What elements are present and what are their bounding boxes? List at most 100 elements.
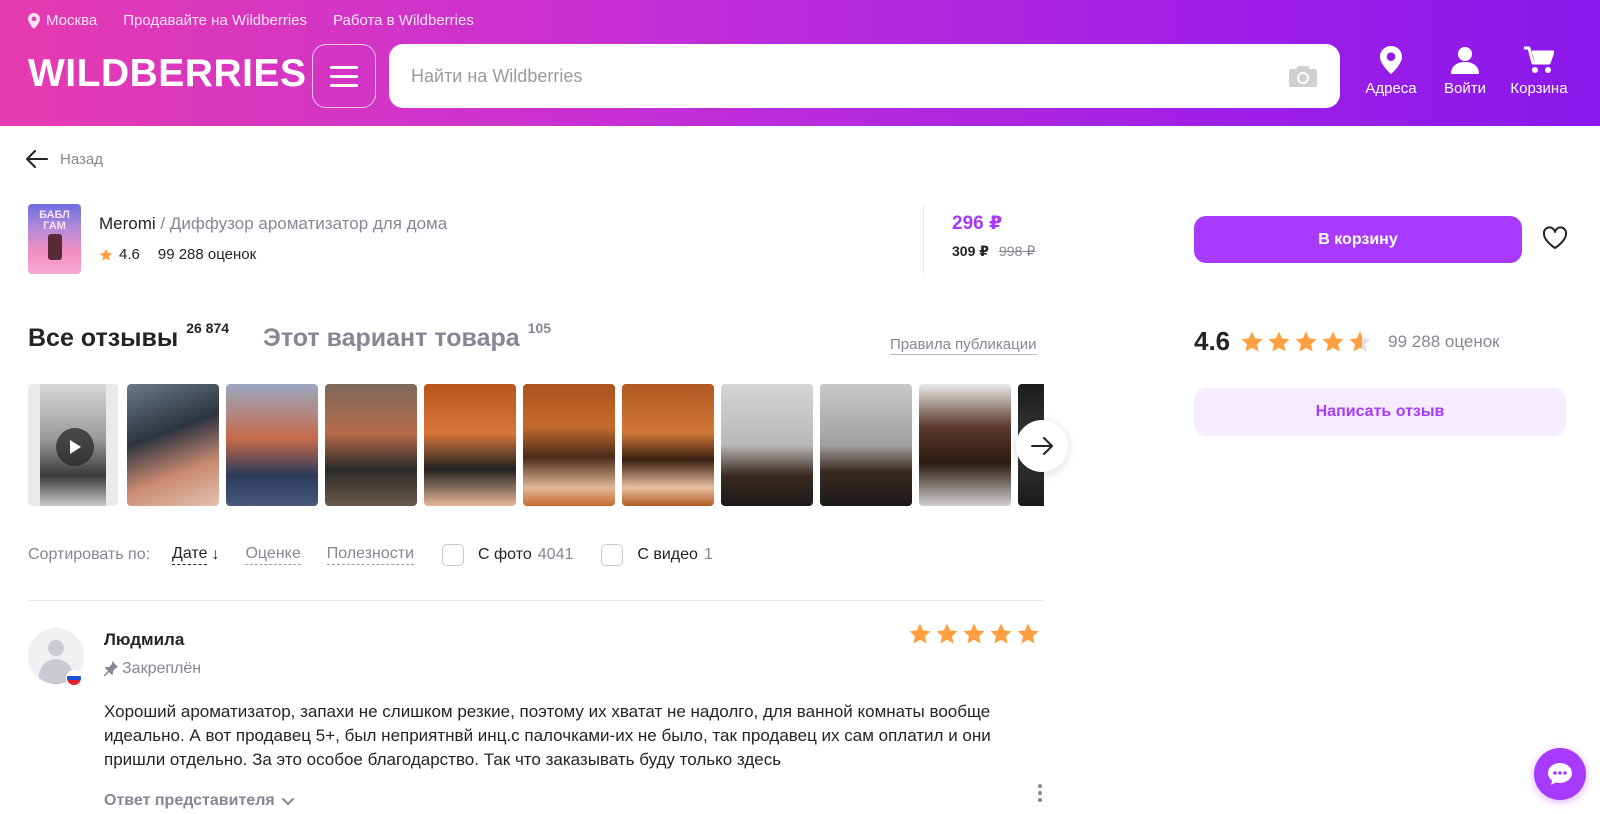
sort-by-date[interactable]: Дате — [172, 545, 208, 565]
divider — [28, 600, 1044, 601]
review-photo[interactable] — [226, 384, 318, 506]
write-review-button[interactable]: Написать отзыв — [1194, 388, 1566, 436]
video-thumbnail[interactable] — [28, 384, 118, 506]
tab-this-variant[interactable]: Этот вариант товара 105 — [263, 320, 551, 353]
gallery-next-button[interactable] — [1016, 420, 1068, 472]
photo-image — [325, 384, 417, 506]
review-photo[interactable] — [721, 384, 813, 506]
price-block: 296 ₽ 309 ₽ 998 ₽ — [923, 204, 1044, 274]
sort-by-usefulness[interactable]: Полезности — [326, 545, 414, 565]
price-details: 309 ₽ 998 ₽ — [952, 243, 1044, 260]
review-tabs: Все отзывы 26 874 Этот вариант товара 105 — [28, 320, 551, 353]
star-icon — [909, 623, 931, 644]
filter-with-video[interactable]: С видео 1 — [601, 544, 713, 566]
jobs-link[interactable]: Работа в Wildberries — [333, 12, 474, 29]
product-info: Meromi / Диффузор ароматизатор для дома … — [99, 204, 447, 274]
tab-this-variant-label: Этот вариант товара — [263, 324, 520, 352]
review-photo[interactable] — [127, 384, 219, 506]
old-price: 998 ₽ — [999, 243, 1036, 259]
tab-all-reviews-label: Все отзывы — [28, 324, 179, 352]
review-photo[interactable] — [523, 384, 615, 506]
sell-link[interactable]: Продавайте на Wildberries — [123, 12, 307, 29]
review-photo[interactable] — [424, 384, 516, 506]
reply-label: Ответ представителя — [104, 792, 275, 809]
tab-all-reviews[interactable]: Все отзывы 26 874 — [28, 320, 229, 353]
photo-image — [523, 384, 615, 506]
sort-bar: Сортировать по: Дате ↓ Оценке Полезности… — [28, 540, 713, 570]
review-photo[interactable] — [622, 384, 714, 506]
star-icon — [1241, 331, 1263, 351]
product-title: Диффузор ароматизатор для дома — [169, 214, 448, 233]
rating-summary-value: 4.6 — [1194, 326, 1231, 356]
filter-with-photo[interactable]: С фото 4041 — [442, 544, 573, 566]
site-header: Москва Продавайте на Wildberries Работа … — [0, 0, 1600, 126]
rating-summary-stars — [1240, 330, 1372, 354]
photo-image — [424, 384, 516, 506]
pin-icon — [104, 661, 118, 676]
chat-button[interactable] — [1534, 748, 1586, 800]
sort-direction-icon[interactable]: ↓ — [211, 546, 219, 564]
wallet-price: 309 ₽ — [952, 243, 989, 259]
product-rating: 4.6 99 288 оценок — [99, 246, 447, 263]
pinned-label: Закреплён — [122, 660, 202, 677]
current-price: 296 ₽ — [952, 213, 1003, 234]
pinned-badge: Закреплён — [104, 660, 201, 678]
location-link[interactable]: Москва — [28, 12, 97, 29]
review-photo[interactable] — [820, 384, 912, 506]
favorite-button[interactable] — [1542, 226, 1568, 255]
with-photo-checkbox[interactable] — [442, 544, 464, 566]
with-photo-label: С фото — [478, 546, 532, 563]
review-photo[interactable] — [919, 384, 1011, 506]
top-links: Москва Продавайте на Wildberries Работа … — [28, 12, 474, 29]
camera-icon[interactable] — [1288, 64, 1318, 88]
back-label: Назад — [60, 150, 103, 168]
rating-summary: 4.6 99 288 оценок — [1194, 326, 1500, 357]
star-icon — [1295, 331, 1317, 351]
with-video-checkbox[interactable] — [601, 544, 624, 566]
user-icon — [1451, 47, 1479, 74]
sort-by-rating[interactable]: Оценке — [245, 545, 301, 565]
with-video-count: 1 — [703, 546, 713, 563]
product-rating-value: 4.6 — [119, 246, 140, 263]
name-separator: / — [155, 214, 170, 233]
avatar-head — [48, 640, 64, 656]
tab-all-reviews-count: 26 874 — [186, 320, 230, 336]
more-options-button[interactable] — [1038, 784, 1042, 802]
star-icon — [1349, 331, 1371, 351]
publication-rules-link[interactable]: Правила публикации — [890, 336, 1037, 355]
login-label: Войти — [1444, 80, 1486, 97]
chevron-down-icon — [281, 798, 294, 806]
product-thumbnail[interactable]: БАБЛ ГАМ — [28, 204, 81, 274]
photo-image — [820, 384, 912, 506]
rating-summary-count: 99 288 оценок — [1388, 331, 1500, 351]
dot — [1038, 791, 1042, 795]
review-photo[interactable] — [325, 384, 417, 506]
back-link[interactable]: Назад — [26, 150, 103, 168]
representative-reply-toggle[interactable]: Ответ представителя — [104, 792, 295, 810]
star-icon — [1268, 331, 1290, 351]
with-video-label: С видео — [637, 546, 698, 563]
review-text: Хороший ароматизатор, запахи не слишком … — [104, 702, 991, 769]
review-photo-gallery — [28, 384, 1044, 506]
play-button[interactable] — [56, 428, 94, 466]
chat-bubble-icon — [1548, 763, 1572, 785]
photo-image — [127, 384, 219, 506]
with-photo-count: 4041 — [537, 546, 574, 563]
photo-image — [622, 384, 714, 506]
logo[interactable]: WILDBERRIES — [28, 52, 307, 96]
cart-icon — [1524, 46, 1554, 73]
star-icon — [963, 623, 985, 644]
russia-flag-icon — [66, 670, 82, 686]
photo-image — [919, 384, 1011, 506]
menu-button[interactable] — [312, 44, 376, 108]
add-to-cart-button[interactable]: В корзину — [1194, 216, 1522, 263]
star-icon — [936, 623, 958, 644]
tab-this-variant-count: 105 — [527, 320, 552, 336]
search-input[interactable] — [411, 65, 1288, 87]
photo-image — [226, 384, 318, 506]
menu-line — [330, 83, 358, 87]
login-button[interactable]: Войти — [1428, 46, 1502, 97]
addresses-button[interactable]: Адреса — [1354, 46, 1428, 97]
cart-button[interactable]: Корзина — [1502, 46, 1576, 97]
product-name[interactable]: Meromi / Диффузор ароматизатор для дома — [99, 214, 447, 234]
